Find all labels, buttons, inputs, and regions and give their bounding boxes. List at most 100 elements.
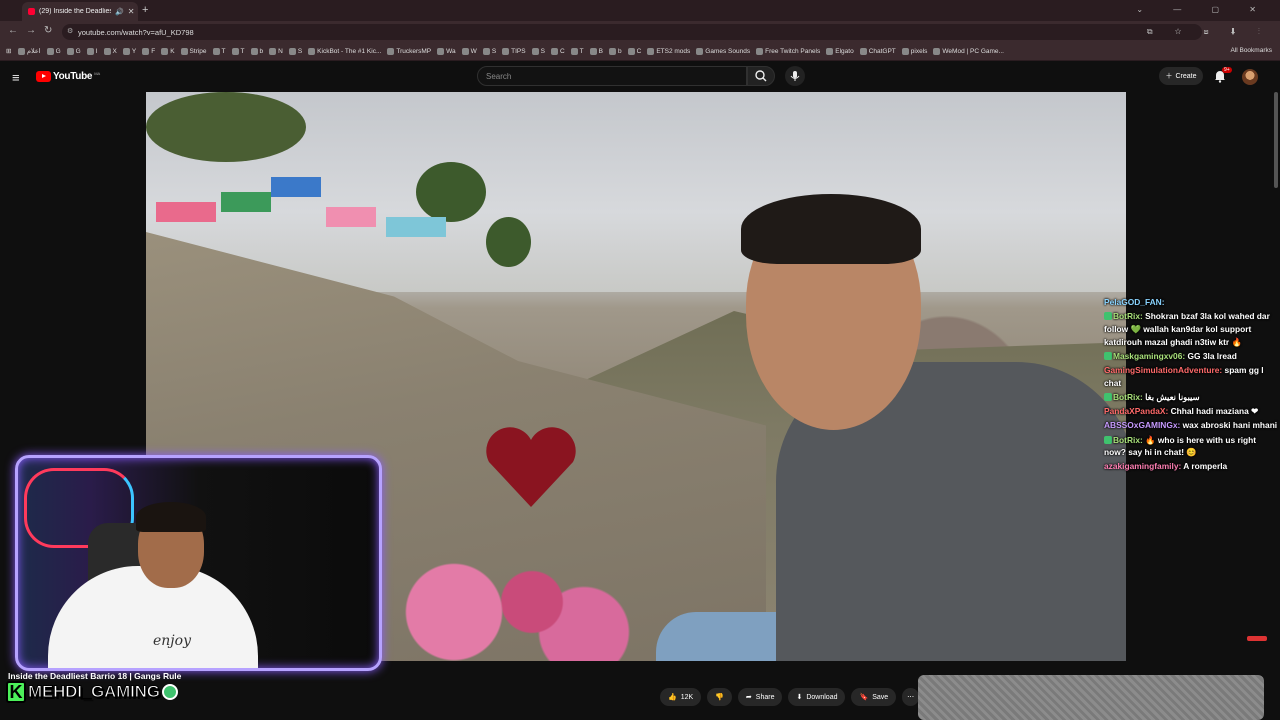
window-controls[interactable]: ⌄ — ▢ ✕ xyxy=(1136,5,1270,14)
blurred-thumbnail[interactable] xyxy=(918,675,1264,720)
bookmark-item[interactable]: ETS2 mods xyxy=(647,47,690,55)
new-tab-button[interactable]: + xyxy=(142,4,148,16)
bookmark-label: TruckersMP xyxy=(396,47,432,55)
bookmark-item[interactable]: Games Sounds xyxy=(696,47,750,55)
chat-username: BotRix: xyxy=(1113,311,1143,322)
back-icon[interactable]: ← xyxy=(8,25,18,36)
bookmark-label: Free Twitch Panels xyxy=(765,47,821,55)
close-tab-icon[interactable]: ✕ xyxy=(128,7,135,16)
video-grave xyxy=(156,202,216,222)
bookmark-label: W xyxy=(470,47,477,55)
bookmark-item[interactable]: Stripe xyxy=(180,47,207,55)
more-actions-button[interactable]: ⋯ xyxy=(902,688,920,706)
chat-username: Maskgamingxv06: xyxy=(1113,350,1186,361)
search-button[interactable] xyxy=(747,66,775,86)
red-overlay-button[interactable] xyxy=(1247,636,1267,641)
bookmark-favicon-icon xyxy=(550,47,558,55)
bookmark-label: b xyxy=(259,47,264,55)
bookmark-favicon-icon xyxy=(161,47,169,55)
bookmark-item[interactable]: G xyxy=(66,47,81,55)
bookmark-item[interactable]: ChatGPT xyxy=(859,47,896,55)
bookmark-item[interactable]: b xyxy=(608,47,622,55)
bookmark-item[interactable]: Wa xyxy=(437,47,456,55)
bookmark-label: N xyxy=(278,47,283,55)
thumbs-down-icon: 👎 xyxy=(715,694,724,701)
hamburger-menu-icon[interactable]: ≡ xyxy=(12,70,20,85)
apps-icon[interactable]: ⊞ xyxy=(6,47,11,55)
bookmark-label: C xyxy=(559,47,565,55)
bookmark-item[interactable]: C xyxy=(550,47,565,55)
bookmark-favicon-icon xyxy=(387,47,395,55)
bookmark-label: Stripe xyxy=(189,47,207,55)
video-tree xyxy=(146,92,306,162)
chat-message: BotRix: 🔥 who is here with us right now?… xyxy=(1104,434,1280,459)
bookmark-item[interactable]: TIPS xyxy=(502,47,526,55)
all-bookmarks-link[interactable]: All Bookmarks xyxy=(1230,47,1272,54)
bookmark-item[interactable]: S xyxy=(288,47,302,55)
bookmark-label: T xyxy=(240,47,245,55)
bookmark-item[interactable]: T xyxy=(212,47,226,55)
active-tab[interactable]: (29) Inside the Deadliest B 🔊 ✕ xyxy=(22,2,138,21)
bookmark-label: T xyxy=(579,47,584,55)
bookmark-item[interactable]: pixels xyxy=(901,47,927,55)
like-button[interactable]: 👍 12K xyxy=(660,688,702,706)
toolbar-icons[interactable]: ⧉ ☆ ⧈ ⬇ ⋮ xyxy=(1147,27,1270,37)
bookmark-favicon-icon xyxy=(308,47,316,55)
create-button[interactable]: ＋ Create xyxy=(1159,67,1203,85)
bookmark-item[interactable]: I xyxy=(86,47,98,55)
bookmark-favicon-icon xyxy=(180,47,188,55)
bookmark-item[interactable]: X xyxy=(103,47,117,55)
bookmark-label: WeMod | PC Game... xyxy=(942,47,1004,55)
search-input[interactable]: Search xyxy=(477,66,747,86)
site-info-icon[interactable]: ⚙ xyxy=(67,27,73,35)
bookmark-item[interactable]: Elgato xyxy=(826,47,854,55)
chat-text: A romperla xyxy=(1183,461,1228,472)
bookmark-item[interactable]: S xyxy=(482,47,496,55)
youtube-header: ≡ YouTube MA Search ＋ Create 9+ xyxy=(0,62,1280,92)
bookmark-favicon-icon xyxy=(826,47,834,55)
save-label: Save xyxy=(872,693,889,701)
video-grave xyxy=(221,192,271,212)
bookmark-item[interactable]: T xyxy=(570,47,584,55)
bookmark-item[interactable]: اعلام xyxy=(18,47,41,55)
save-button[interactable]: 🔖 Save xyxy=(851,688,897,706)
bookmark-favicon-icon xyxy=(933,47,941,55)
account-avatar[interactable] xyxy=(1242,69,1258,85)
search-icon xyxy=(755,70,767,82)
share-button[interactable]: ➦ Share xyxy=(737,688,783,706)
bookmark-favicon-icon xyxy=(269,47,277,55)
voice-search-button[interactable] xyxy=(785,66,805,86)
bookmark-item[interactable]: Free Twitch Panels xyxy=(756,47,820,55)
bookmark-item[interactable]: S xyxy=(531,47,545,55)
bookmark-item[interactable]: b xyxy=(250,47,264,55)
address-bar[interactable]: ⚙ youtube.com/watch?v=afU_KD798 xyxy=(62,24,1202,40)
bookmark-item[interactable]: W xyxy=(461,47,477,55)
youtube-logo[interactable]: YouTube MA xyxy=(36,71,100,82)
bookmark-item[interactable]: KickBot - The #1 Kic... xyxy=(308,47,381,55)
forward-icon[interactable]: → xyxy=(26,25,36,36)
bookmark-item[interactable]: C xyxy=(627,47,641,55)
chat-message: PandaXPandaX: Chhal hadi maziana ❤ xyxy=(1104,405,1280,418)
bookmark-item[interactable]: TruckersMP xyxy=(387,47,431,55)
speaker-icon[interactable]: 🔊 xyxy=(115,8,124,16)
bookmark-item[interactable]: B xyxy=(589,47,603,55)
bookmark-item[interactable]: Y xyxy=(122,47,136,55)
chat-text: wax abroski hani mhani xyxy=(1182,420,1278,431)
reload-icon[interactable]: ↻ xyxy=(44,25,52,36)
download-button[interactable]: ⬇ Download xyxy=(788,688,846,706)
dislike-button[interactable]: 👎 xyxy=(707,688,732,706)
bookmark-item[interactable]: K xyxy=(161,47,175,55)
bookmark-item[interactable]: WeMod | PC Game... xyxy=(933,47,1004,55)
chat-message: Maskgamingxv06: GG 3la lread xyxy=(1104,350,1280,363)
chat-username: PandaXPandaX: xyxy=(1104,406,1169,417)
chat-message: BotRix: Shokran bzaf 3la kol wahed dar f… xyxy=(1104,310,1280,348)
page-scrollbar[interactable] xyxy=(1274,92,1278,188)
bookmark-item[interactable]: F xyxy=(142,47,155,55)
bookmark-item[interactable]: G xyxy=(46,47,61,55)
bookmark-item[interactable]: T xyxy=(231,47,245,55)
bookmark-item[interactable]: N xyxy=(269,47,283,55)
bookmarks-bar: ⊞ اعلام G G I X Y F K Stripe T Tb N S KickBot - The #… xyxy=(0,43,1280,61)
bookmark-label: TIPS xyxy=(511,47,526,55)
bookmark-favicon-icon xyxy=(103,47,111,55)
video-person-hair xyxy=(741,194,921,264)
